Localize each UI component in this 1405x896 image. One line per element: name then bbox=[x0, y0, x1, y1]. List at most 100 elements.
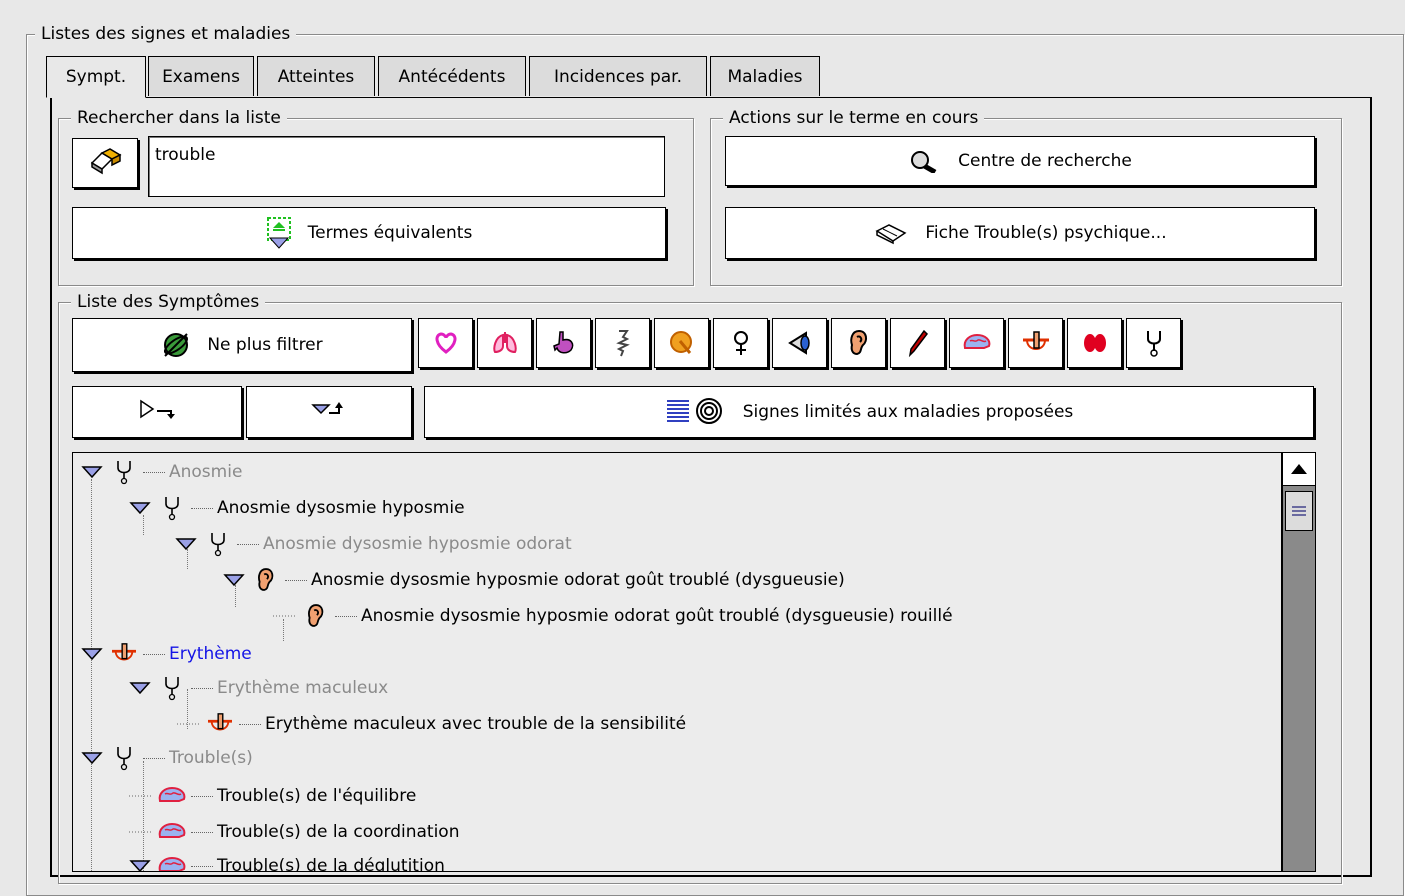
tree-connector bbox=[285, 579, 307, 581]
scalpel-icon bbox=[908, 329, 928, 357]
tree-row[interactable]: Anosmie dysosmie hyposmie odorat goût tr… bbox=[219, 563, 845, 597]
ear-icon bbox=[249, 567, 283, 593]
brain-icon bbox=[155, 819, 189, 845]
tab-atteintes[interactable]: Atteintes bbox=[257, 56, 375, 96]
stomach-icon bbox=[552, 331, 573, 354]
disclosure-expanded-icon[interactable] bbox=[77, 462, 107, 482]
stethoscope-icon bbox=[155, 675, 189, 701]
collapse-arrow-icon bbox=[309, 397, 349, 428]
tree-row-label: Trouble(s) de la déglutition bbox=[217, 856, 445, 872]
scroll-thumb[interactable] bbox=[1285, 491, 1313, 531]
tab-antecedents[interactable]: Antécédents bbox=[378, 56, 526, 96]
equivalence-icon bbox=[266, 216, 292, 250]
tree-row[interactable]: Erythème bbox=[77, 637, 252, 671]
tree-leaf-connector bbox=[125, 822, 155, 842]
filter-skin-button[interactable] bbox=[1008, 318, 1063, 368]
brain-yellow-icon bbox=[669, 331, 692, 354]
tree-row-label: Trouble(s) bbox=[169, 748, 253, 768]
tab-sympt[interactable]: Sympt. bbox=[46, 56, 146, 98]
tree-leaf-connector bbox=[269, 606, 299, 626]
filter-heart-button[interactable] bbox=[418, 318, 473, 368]
expand-arrow-icon bbox=[137, 397, 177, 428]
psych-sheet-button[interactable]: Fiche Trouble(s) psychique... bbox=[725, 207, 1315, 259]
brain-icon bbox=[963, 333, 990, 349]
filter-lungs-button[interactable] bbox=[477, 318, 532, 368]
limit-signs-label: Signes limités aux maladies proposées bbox=[742, 402, 1074, 422]
search-group-title: Rechercher dans la liste bbox=[71, 107, 287, 129]
tab-examens[interactable]: Examens bbox=[148, 56, 254, 96]
equivalent-terms-button[interactable]: Termes équivalents bbox=[72, 207, 666, 259]
search-input[interactable]: trouble bbox=[148, 136, 665, 197]
skin-icon bbox=[1022, 331, 1049, 350]
psych-sheet-label: Fiche Trouble(s) psychique... bbox=[925, 223, 1167, 243]
tree-connector bbox=[191, 865, 213, 867]
grip-icon bbox=[1292, 506, 1306, 516]
tree-row[interactable]: Anosmie dysosmie hyposmie odorat goût tr… bbox=[269, 599, 953, 633]
filter-stomach-button[interactable] bbox=[536, 318, 591, 368]
disclosure-expanded-icon[interactable] bbox=[77, 644, 107, 664]
unfilter-button[interactable]: Ne plus filtrer bbox=[72, 318, 412, 372]
disclosure-expanded-icon[interactable] bbox=[219, 570, 249, 590]
tab-maladies[interactable]: Maladies bbox=[710, 56, 820, 96]
stethoscope-icon bbox=[201, 531, 235, 557]
tree-row-label: Trouble(s) de la coordination bbox=[217, 822, 460, 842]
limit-signs-button[interactable]: Signes limités aux maladies proposées bbox=[424, 386, 1314, 438]
tree-row[interactable]: Erythème maculeux avec trouble de la sen… bbox=[173, 707, 686, 741]
tree-row-label: Anosmie dysosmie hyposmie odorat goût tr… bbox=[361, 606, 953, 626]
stethoscope-icon bbox=[107, 459, 141, 485]
tree-row[interactable]: Trouble(s) bbox=[77, 741, 253, 775]
tree-row[interactable]: Trouble(s) de la déglutition bbox=[125, 849, 445, 872]
tree-connector bbox=[237, 543, 259, 545]
tree-row[interactable]: Anosmie dysosmie hyposmie odorat bbox=[171, 527, 572, 561]
tree-row[interactable]: Trouble(s) de l'équilibre bbox=[125, 779, 416, 813]
filter-eye-button[interactable] bbox=[772, 318, 827, 368]
tree-row[interactable]: Erythème maculeux bbox=[125, 671, 388, 705]
tree-connector bbox=[191, 795, 213, 797]
tree-row-label: Anosmie dysosmie hyposmie bbox=[217, 498, 465, 518]
disclosure-expanded-icon[interactable] bbox=[125, 498, 155, 518]
filter-icon-bar bbox=[418, 318, 1185, 368]
tree-connector bbox=[191, 831, 213, 833]
disclosure-expanded-icon[interactable] bbox=[171, 534, 201, 554]
eye-icon bbox=[787, 331, 810, 355]
tree-connector bbox=[143, 471, 165, 473]
tree-row-label: Trouble(s) de l'équilibre bbox=[217, 786, 417, 806]
tree-row-label: Anosmie dysosmie hyposmie odorat goût tr… bbox=[311, 570, 845, 590]
tree-row[interactable]: Anosmie dysosmie hyposmie bbox=[125, 491, 465, 525]
filter-ear-button[interactable] bbox=[831, 318, 886, 368]
filter-kidneys-button[interactable] bbox=[1067, 318, 1122, 368]
filter-bone-button[interactable] bbox=[595, 318, 650, 368]
collapse-all-button[interactable] bbox=[246, 386, 412, 438]
expand-all-button[interactable] bbox=[72, 386, 242, 438]
scroll-up-button[interactable] bbox=[1283, 453, 1315, 486]
lungs-icon bbox=[492, 332, 517, 354]
tree-row-label: Erythème maculeux avec trouble de la sen… bbox=[265, 714, 687, 734]
disclosure-expanded-icon[interactable] bbox=[125, 678, 155, 698]
skin-icon bbox=[107, 641, 141, 667]
symptoms-group-title: Liste des Symptômes bbox=[71, 291, 266, 313]
tree-connector bbox=[239, 723, 261, 725]
symptom-tree[interactable]: Anosmie Anosmie dysosmie hyposmie Anosmi… bbox=[72, 452, 1282, 872]
disclosure-expanded-icon[interactable] bbox=[77, 748, 107, 768]
open-book-icon bbox=[873, 221, 909, 245]
tree-row[interactable]: Trouble(s) de la coordination bbox=[125, 815, 459, 849]
lists-group-title: Listes des signes et maladies bbox=[35, 23, 297, 45]
clear-search-button[interactable] bbox=[72, 138, 138, 188]
filter-stethoscope-button[interactable] bbox=[1126, 318, 1181, 368]
globe-icon bbox=[161, 330, 191, 360]
disclosure-expanded-icon[interactable] bbox=[125, 856, 155, 871]
tree-connector bbox=[143, 757, 165, 759]
stethoscope-icon bbox=[107, 745, 141, 771]
research-center-button[interactable]: Centre de recherche bbox=[725, 136, 1315, 186]
magnifier-icon bbox=[908, 149, 942, 173]
tree-row[interactable]: Anosmie bbox=[77, 455, 242, 489]
filter-brain-button[interactable] bbox=[949, 318, 1004, 368]
filter-brain-yellow-button[interactable] bbox=[654, 318, 709, 368]
tree-leaf-connector bbox=[125, 786, 155, 806]
filter-female-button[interactable] bbox=[713, 318, 768, 368]
skin-icon bbox=[203, 711, 237, 737]
equivalent-terms-label: Termes équivalents bbox=[307, 223, 473, 243]
tree-scrollbar[interactable] bbox=[1282, 452, 1316, 872]
tab-incidences[interactable]: Incidences par. bbox=[529, 56, 707, 96]
filter-scalpel-button[interactable] bbox=[890, 318, 945, 368]
